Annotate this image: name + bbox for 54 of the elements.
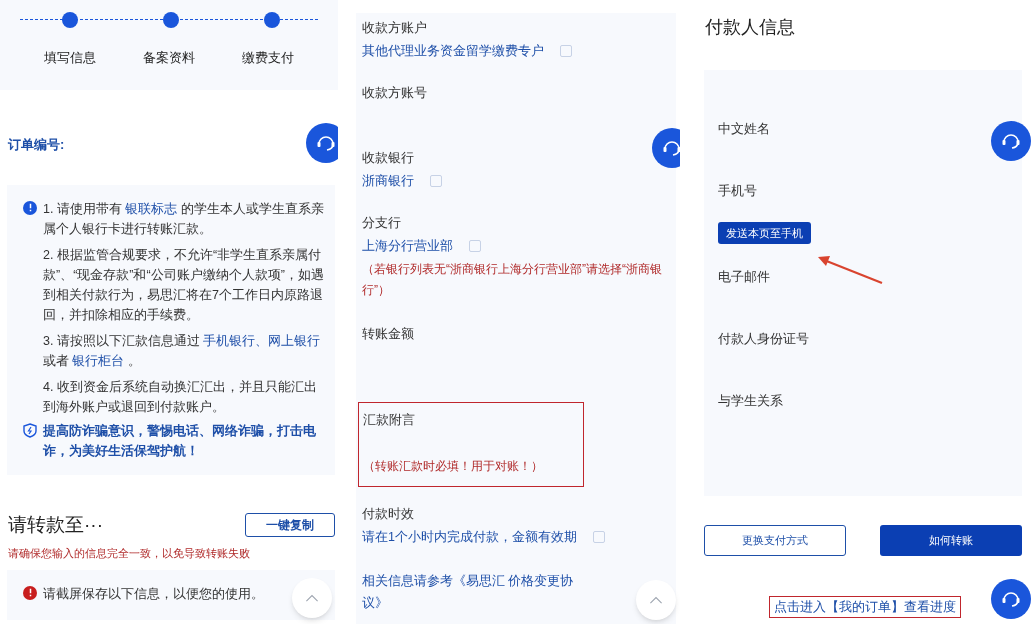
agreement-link[interactable]: 相关信息请参考《易思汇 价格变更协议》 (362, 570, 592, 614)
order-number-label: 订单编号: (8, 136, 66, 154)
field-value: 请在1个小时内完成付款，金额有效期 (362, 529, 577, 546)
notice-text: 2. 根据监管合规要求，不允许“非学生直系亲属付款”、“现金存款”和“公司账户缴纳个人款项”，如遇到相关付款行为，易思汇将在7个工作日内原路退回，并扣除相应的手续费。 (43, 246, 325, 324)
field-label: 分支行 (362, 215, 401, 232)
link[interactable]: 银联标志 (125, 201, 178, 216)
copy-icon[interactable] (560, 45, 572, 57)
field-label: 收款银行 (362, 150, 414, 167)
alert-icon (23, 585, 37, 600)
shield-icon (23, 422, 37, 438)
link[interactable]: 银行柜台 (72, 353, 125, 368)
action-button[interactable]: 更换支付方式 (704, 525, 846, 556)
field-label: 手机号 (718, 184, 757, 198)
step-label: 备案资料 (143, 50, 195, 65)
field-label: 电子邮件 (718, 270, 770, 284)
support-button[interactable] (652, 128, 680, 168)
support-button[interactable] (991, 579, 1031, 619)
field-label: 收款方账号 (362, 85, 427, 102)
section-title: 付款人信息 (705, 16, 796, 39)
step-label: 填写信息 (43, 50, 96, 65)
pointer-arrow (818, 256, 883, 285)
action-button[interactable]: 如何转账 (880, 525, 1022, 556)
field-value: 上海分行营业部 (362, 238, 453, 255)
notice-text: 3. 请按照以下汇款信息通过 手机银行、网上银行 或者 银行柜台 。 (43, 332, 322, 370)
field-label: 收款方账户 (362, 20, 427, 37)
chevron-up-icon (649, 596, 663, 604)
anti-fraud-warning: 提高防诈骗意识，警惕电话、网络诈骗，打击电诈，为美好生活保驾护航！ (43, 422, 317, 460)
field-value: 浙商银行 (362, 173, 414, 190)
info-icon (23, 200, 37, 215)
support-button[interactable] (306, 123, 338, 163)
tip-text: 请截屏保存以下信息，以便您的使用。 (43, 584, 264, 603)
section-title: 请转款至··· (8, 512, 103, 537)
my-orders-link[interactable]: 点击进入【我的订单】查看进度 (769, 596, 961, 618)
copy-all-button[interactable]: 一键复制 (245, 512, 335, 537)
support-button[interactable] (991, 121, 1031, 161)
field-label: 与学生关系 (718, 394, 783, 408)
step-label: 缴费支付 (242, 50, 295, 65)
field-label: 付款时效 (362, 506, 414, 523)
chevron-up-icon (305, 594, 319, 602)
field-label: 付款人身份证号 (718, 332, 809, 346)
field-note: （若银行列表无“浙商银行上海分行营业部”请选择“浙商银行”） (362, 261, 663, 299)
field-label: 中文姓名 (718, 122, 770, 136)
copy-icon[interactable] (592, 531, 605, 543)
field-label: 汇款附言 (363, 412, 415, 429)
link[interactable]: 手机银行、网上银行 (203, 333, 321, 348)
notice-text: 4. 收到资金后系统自动换汇汇出，并且只能汇出到海外账户或退回到付款账户。 (43, 378, 318, 416)
field-value: 其他代理业务资金留学缴费专户 (362, 43, 544, 60)
caution-text: 请确保您输入的信息完全一致，以免导致转账失败 (8, 546, 251, 561)
copy-icon[interactable] (430, 175, 442, 187)
notice-text: 1. 请使用带有 银联标志 的学生本人或学生直系亲属个人银行卡进行转账汇款。 (43, 200, 325, 238)
send-to-phone-button[interactable]: 发送本页至手机 (718, 222, 811, 244)
copy-icon[interactable] (469, 240, 481, 252)
field-label: 转账金额 (362, 326, 414, 343)
field-note: （转账汇款时必填！用于对账！） (363, 458, 544, 475)
